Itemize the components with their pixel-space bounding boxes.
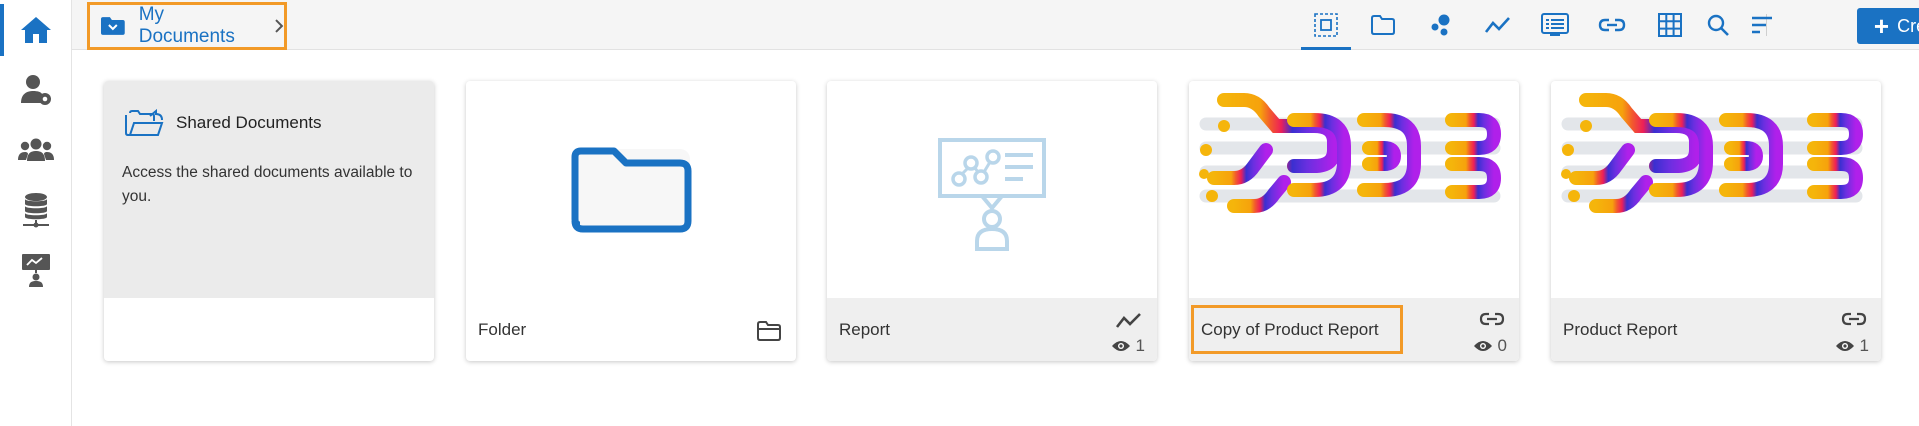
folder-type-icon: [757, 321, 781, 341]
card-thumbnail: [1551, 81, 1881, 298]
card-title: Folder: [478, 320, 527, 339]
chevron-right-icon[interactable]: [274, 18, 284, 34]
shared-documents-card[interactable]: Shared Documents Access the shared docum…: [104, 81, 434, 361]
user-settings-icon: [21, 75, 51, 105]
card-footer: [104, 298, 434, 361]
view-count-value: 1: [1859, 336, 1869, 355]
card-title: Report: [839, 320, 891, 339]
card-thumbnail: [466, 81, 796, 298]
eye-icon: [1111, 341, 1130, 351]
card-title: Copy of Product Report: [1201, 320, 1379, 339]
breadcrumb[interactable]: My Documents: [87, 2, 287, 50]
card-footer: Product Report 1: [1551, 298, 1881, 361]
link-type-icon: [1479, 312, 1505, 326]
list-icon: [1541, 13, 1569, 36]
view-count-value: 1: [1135, 336, 1145, 355]
breadcrumb-label[interactable]: My Documents: [139, 4, 264, 48]
sidebar-item-groups[interactable]: [0, 122, 72, 178]
table-filter-button[interactable]: [1652, 9, 1688, 41]
link-icon: [1598, 18, 1626, 32]
report-presentation-icon: [938, 138, 1046, 251]
eye-icon: [1473, 341, 1492, 351]
sidebar-item-presentations[interactable]: [0, 242, 72, 298]
sidebar: [0, 0, 72, 426]
shared-folder-icon: [125, 108, 164, 136]
sidebar-item-data-connectors[interactable]: [0, 182, 72, 238]
scatter-icon: [1431, 14, 1450, 36]
card-footer: Folder: [466, 298, 796, 361]
create-button-label: Create: [1897, 15, 1919, 36]
card-thumbnail: [827, 81, 1157, 298]
card-body: Shared Documents Access the shared docum…: [104, 81, 434, 298]
line-chart-filter-button[interactable]: [1480, 9, 1516, 41]
card-thumbnail: [1189, 81, 1519, 298]
product-report-thumbnail-image: [1194, 86, 1514, 236]
line-chart-type-icon: [1115, 313, 1141, 328]
link-filter-button[interactable]: [1594, 9, 1630, 41]
folder-filter-button[interactable]: [1365, 9, 1401, 41]
table-icon: [1658, 13, 1682, 37]
card-footer: Copy of Product Report 0: [1189, 298, 1519, 361]
copy-of-product-report-card[interactable]: Copy of Product Report 0: [1189, 81, 1519, 361]
sort-button[interactable]: [1744, 9, 1780, 41]
top-bar: My Documents + Cr: [72, 0, 1919, 50]
line-chart-icon: [1484, 17, 1510, 33]
product-report-card[interactable]: Product Report 1: [1551, 81, 1881, 361]
database-icon: [23, 193, 49, 228]
card-description: Access the shared documents available to…: [122, 164, 413, 205]
select-all-button[interactable]: [1301, 9, 1351, 50]
list-filter-button[interactable]: [1537, 9, 1573, 41]
eye-icon: [1835, 341, 1854, 351]
create-button[interactable]: + Create: [1857, 8, 1919, 44]
product-report-thumbnail-image: [1556, 86, 1876, 236]
folder-card[interactable]: Folder: [466, 81, 796, 361]
card-footer: Report 1: [827, 298, 1157, 361]
card-title: Shared Documents: [176, 113, 322, 132]
folder-dropdown-icon: [100, 17, 125, 35]
view-count: 1: [1835, 336, 1869, 356]
card-title: Product Report: [1563, 320, 1678, 339]
view-count: 1: [1111, 336, 1145, 356]
folder-icon: [1371, 15, 1395, 35]
sidebar-item-home[interactable]: [0, 2, 72, 58]
plus-icon: +: [1873, 11, 1890, 41]
presenter-icon: [22, 254, 50, 287]
scatter-filter-button[interactable]: [1422, 9, 1458, 41]
folder-illustration-icon: [571, 147, 692, 233]
search-button[interactable]: [1700, 9, 1736, 41]
sort-icon: [1752, 16, 1772, 34]
view-count: 0: [1473, 336, 1507, 356]
view-count-value: 0: [1497, 336, 1507, 355]
search-icon: [1707, 14, 1729, 36]
users-group-icon: [18, 138, 54, 161]
sidebar-item-user-management[interactable]: [0, 62, 72, 118]
grid-select-icon: [1314, 13, 1338, 37]
link-type-icon: [1841, 312, 1867, 326]
home-icon: [21, 17, 51, 43]
report-card[interactable]: Report 1: [827, 81, 1157, 361]
